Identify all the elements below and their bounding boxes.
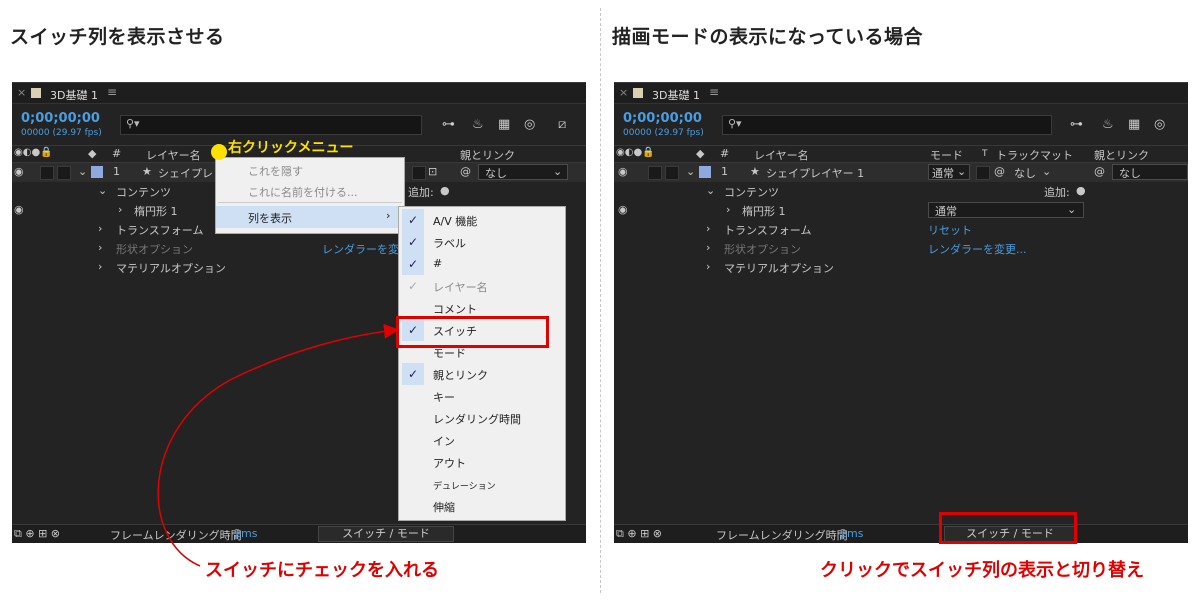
row-transform[interactable]: › トランスフォーム リセット xyxy=(614,220,1188,239)
shy-icon[interactable]: ♨ xyxy=(1102,117,1114,132)
reset-link[interactable]: リセット xyxy=(928,222,972,238)
add-label[interactable]: 追加: xyxy=(1044,184,1070,200)
layer-name[interactable]: シェイプレイヤー 1 xyxy=(766,165,864,181)
number-col[interactable]: # xyxy=(720,147,729,160)
row-label: コンテンツ xyxy=(724,186,779,199)
label-swatch[interactable] xyxy=(699,166,711,178)
row-label: 楕円形 1 xyxy=(742,205,786,218)
add-icon[interactable]: ● xyxy=(1076,184,1086,197)
col-mode[interactable]: モード xyxy=(930,147,963,163)
renderer-link[interactable]: レンダラーを変更... xyxy=(928,241,1027,257)
row-material[interactable]: › マテリアルオプション xyxy=(614,258,1188,277)
mode-value: 通常 xyxy=(932,167,954,180)
parent-value: なし xyxy=(1119,167,1141,180)
status-bar: ⧉ ⊕ ⊞ ⊗ フレームレンダリング時間 2ms スイッチ / モード xyxy=(614,524,1188,543)
row-label: マテリアルオプション xyxy=(724,262,834,275)
tab-name[interactable]: 3D基礎 1 xyxy=(652,87,700,103)
chevron-right-icon[interactable]: › xyxy=(706,260,710,273)
mode-value: 通常 xyxy=(935,205,957,218)
chevron-right-icon[interactable]: › xyxy=(726,203,730,216)
right-caption: クリックでスイッチ列の表示と切り替え xyxy=(820,560,1144,581)
composition-mini-flowchart-icon[interactable]: ⊶ xyxy=(1070,117,1083,132)
right-timeline-panel: × 3D基礎 1 ≡ 0;00;00;00 00000 (29.97 fps) … xyxy=(614,82,1188,543)
chevron-down-icon: ⌄ xyxy=(1067,203,1077,216)
layer-row[interactable]: ◉ ⌄ 1 ★ シェイプレイヤー 1 通常 ⌄ @ なし ⌄ @ なし xyxy=(614,163,1188,182)
frame-blend-icon[interactable]: ▦ xyxy=(1128,117,1140,132)
status-icons[interactable]: ⧉ ⊕ ⊞ ⊗ xyxy=(616,527,662,541)
label-tag-icon[interactable]: ◆ xyxy=(696,147,704,160)
row-ellipse[interactable]: ◉ › 楕円形 1 通常 ⌄ xyxy=(614,201,1188,220)
fps-readout: 00000 (29.97 fps) xyxy=(623,128,704,138)
col-parent[interactable]: 親とリンク xyxy=(1094,147,1149,163)
hamburger-icon[interactable]: ≡ xyxy=(709,85,719,99)
motion-blur-icon[interactable]: ◎ xyxy=(1154,117,1165,132)
layer-number: 1 xyxy=(721,165,728,178)
star-icon: ★ xyxy=(750,165,760,178)
preserve-transparency-box[interactable] xyxy=(976,166,990,180)
trackmatte-value[interactable]: なし xyxy=(1014,165,1036,181)
status-label: フレームレンダリング時間 xyxy=(716,529,848,542)
solo-toggle[interactable] xyxy=(648,166,662,180)
comp-icon xyxy=(633,88,643,98)
spiral-pickwhip-icon[interactable]: @ xyxy=(1094,165,1105,178)
status-time: 2ms xyxy=(840,527,864,540)
panel-tabbar: × 3D基礎 1 ≡ xyxy=(614,83,1188,104)
parent-dropdown[interactable]: なし xyxy=(1112,164,1188,180)
mode-dropdown[interactable]: 通常 ⌄ xyxy=(928,164,970,180)
ellipse-mode-dropdown[interactable]: 通常 ⌄ xyxy=(928,202,1084,218)
chevron-down-icon[interactable]: ⌄ xyxy=(706,184,715,197)
column-header: ◉◐●🔒 ◆ # レイヤー名 モード T トラックマット 親とリンク xyxy=(614,145,1188,163)
chevron-down-icon[interactable]: ⌄ xyxy=(1042,165,1051,178)
chevron-down-icon: ⌄ xyxy=(957,165,967,178)
eye-icon[interactable]: ◉ xyxy=(618,203,628,216)
search-icon: ⚲▾ xyxy=(728,117,742,130)
row-contents[interactable]: ⌄ コンテンツ 追加: ● xyxy=(614,182,1188,201)
chevron-right-icon[interactable]: › xyxy=(706,222,710,235)
row-label: トランスフォーム xyxy=(724,224,812,237)
row-geometry[interactable]: › 形状オプション レンダラーを変更... xyxy=(614,239,1188,258)
col-trackmatte[interactable]: トラックマット xyxy=(996,147,1073,163)
search-input[interactable]: ⚲▾ xyxy=(722,115,1052,135)
toggle-highlight-box xyxy=(939,512,1077,544)
eye-icon[interactable]: ◉ xyxy=(618,165,628,178)
lock-toggle[interactable] xyxy=(665,166,679,180)
timecode[interactable]: 0;00;00;00 xyxy=(623,111,702,126)
chevron-down-icon[interactable]: ⌄ xyxy=(686,165,695,178)
col-t[interactable]: T xyxy=(982,149,988,159)
spiral-pickwhip-icon[interactable]: @ xyxy=(994,165,1005,178)
close-icon[interactable]: × xyxy=(619,86,628,99)
chevron-right-icon[interactable]: › xyxy=(706,241,710,254)
eye-icon[interactable]: ◉◐●🔒 xyxy=(616,147,655,158)
col-layer-name[interactable]: レイヤー名 xyxy=(754,147,809,163)
row-label: 形状オプション xyxy=(724,243,801,256)
left-caption: スイッチにチェックを入れる xyxy=(205,560,439,581)
